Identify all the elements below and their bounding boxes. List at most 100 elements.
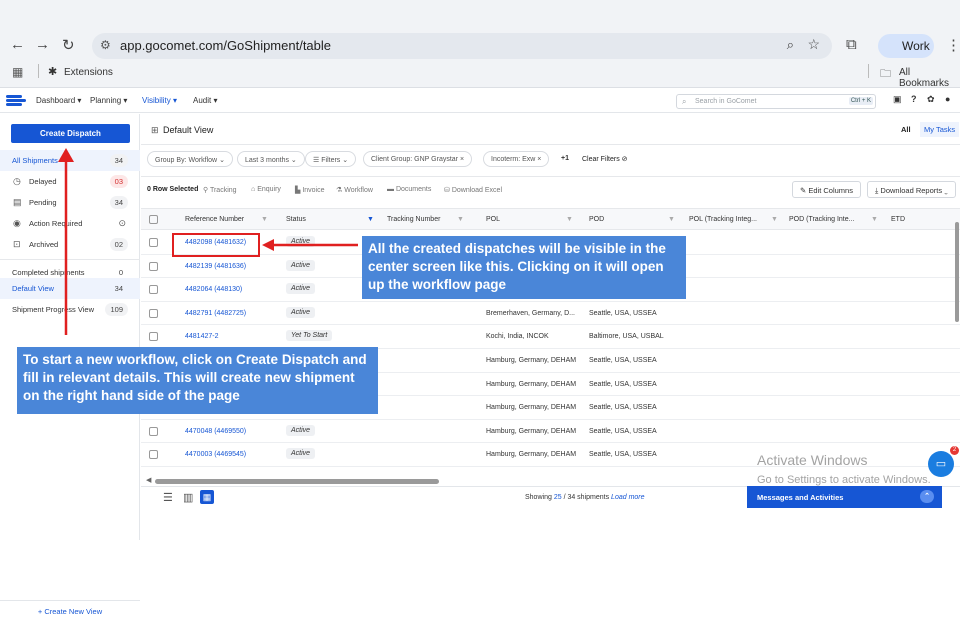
filter-icon: ▼ — [566, 216, 573, 223]
invoice-action[interactable]: ▙ Invoice — [295, 186, 325, 194]
col-pol[interactable]: POL — [486, 216, 500, 223]
grid-view-icon[interactable]: ▦ — [200, 490, 214, 504]
status-badge: Active — [286, 259, 316, 271]
menu-planning[interactable]: Planning ▾ — [90, 96, 127, 105]
table-row[interactable]: 4470048 (4469550) Active Hamburg, Germany,… — [141, 420, 960, 444]
gocomet-logo-icon[interactable] — [6, 94, 28, 107]
vertical-scrollbar[interactable] — [955, 222, 959, 322]
chevron-up-icon[interactable]: ⌃ — [920, 490, 934, 503]
profile-button[interactable]: Work — [878, 34, 934, 58]
table-header: Reference Number ▼ Status ▼ Tracking Num… — [141, 208, 960, 230]
download-reports-button[interactable]: ⤓ Download Reports ⌄ — [867, 181, 956, 198]
zoom-icon[interactable]: ⌕ — [787, 37, 794, 53]
search-placeholder: Search in GoComet — [695, 98, 757, 105]
sidebar-view-default[interactable]: Default View 34 — [0, 278, 140, 299]
reload-icon[interactable]: ↻ — [62, 36, 75, 54]
enquiry-action[interactable]: ⌂ Enquiry — [251, 186, 281, 193]
all-bookmarks-link[interactable]: All Bookmarks — [899, 67, 960, 89]
row-checkbox[interactable] — [149, 238, 158, 247]
filter-icon: ▼ — [261, 216, 268, 223]
clear-filters-link[interactable]: Clear Filters ⊘ — [582, 155, 628, 163]
col-pod-tracking[interactable]: POD (Tracking Inte... — [789, 216, 854, 223]
apps-grid-icon[interactable]: ▦ — [12, 65, 23, 79]
menu-audit[interactable]: Audit ▾ — [193, 96, 217, 105]
col-reference-number[interactable]: Reference Number — [185, 216, 244, 223]
download-excel-action[interactable]: ⛁ Download Excel — [444, 186, 502, 194]
col-etd[interactable]: ETD — [891, 216, 905, 223]
create-new-view-button[interactable]: + Create New View — [0, 600, 140, 622]
sidebar-item-pending[interactable]: ▤ Pending 34 — [0, 192, 140, 213]
date-range-dropdown[interactable]: Last 3 months ⌄ — [237, 151, 305, 167]
menu-visibility[interactable]: Visibility ▾ — [142, 96, 177, 105]
reference-number-link[interactable]: 4470003 (4469545) — [185, 451, 246, 458]
status-badge: Active — [286, 424, 316, 436]
forward-icon[interactable]: → — [35, 36, 50, 53]
group-by-dropdown[interactable]: Group By: Workflow ⌄ — [147, 151, 233, 167]
row-checkbox[interactable] — [149, 426, 158, 436]
filters-dropdown[interactable]: ☰ Filters ⌄ — [305, 151, 357, 167]
table-row[interactable]: 4482791 (4482725) Active Bremerhaven, Germ… — [141, 302, 960, 326]
create-dispatch-button[interactable]: Create Dispatch — [11, 124, 130, 143]
notification-badge: 2 — [950, 446, 959, 455]
row-checkbox[interactable] — [149, 332, 158, 342]
app-header: Dashboard ▾ Planning ▾ Visibility ▾ Audi… — [0, 89, 960, 113]
table-row[interactable]: 4481427-2 Yet To Start Kochi, India, INCOK… — [141, 325, 960, 349]
load-more-link[interactable]: Load more — [611, 494, 644, 501]
settings-gear-icon[interactable]: ✿ — [927, 94, 935, 105]
sidebar-item-archived[interactable]: ⊡ Archived 02 — [0, 234, 140, 255]
list-view-icon[interactable]: ☰ — [163, 491, 173, 504]
sidebar-item-action-required[interactable]: ◉ Action Required ⊙ — [0, 213, 140, 234]
reference-number-link[interactable]: 4481427-2 — [185, 333, 218, 340]
scroll-left-icon[interactable]: ◀ — [146, 476, 151, 484]
extensions-link[interactable]: Extensions — [64, 67, 113, 78]
menu-dashboard[interactable]: Dashboard ▾ — [36, 96, 81, 105]
tab-all[interactable]: All — [901, 125, 911, 134]
extensions-puzzle-icon[interactable]: ⧉ — [846, 36, 857, 53]
row-checkbox[interactable] — [149, 450, 158, 460]
pod-cell: Seattle, USA, USSEA — [589, 427, 657, 435]
status-badge: Yet To Start — [286, 330, 333, 342]
sidebar-item-all-shipments[interactable]: All Shipments 34 — [0, 150, 140, 171]
row-checkbox[interactable] — [149, 285, 158, 295]
star-icon[interactable]: ☆ — [807, 36, 820, 53]
col-pol-tracking[interactable]: POL (Tracking Integ... — [689, 216, 757, 223]
edit-columns-button[interactable]: ✎ Edit Columns — [792, 181, 861, 198]
address-bar[interactable]: ⚙ app.gocomet.com/GoShipment/table ⌕ ☆ — [92, 33, 832, 59]
reference-number-link[interactable]: 4482139 (4481636) — [185, 263, 246, 270]
more-filters-count[interactable]: +1 — [561, 155, 569, 162]
workflow-action[interactable]: ⚗ Workflow — [336, 186, 373, 194]
horizontal-scrollbar[interactable] — [155, 479, 439, 484]
menu-kebab-icon[interactable]: ⋮ — [946, 36, 960, 54]
user-icon[interactable]: ● — [945, 94, 950, 104]
chat-icon[interactable]: ▭ — [928, 451, 954, 477]
reference-number-link[interactable]: 4470048 (4469550) — [185, 428, 246, 435]
col-status[interactable]: Status — [286, 216, 306, 223]
sidebar-view-progress[interactable]: Shipment Progress View 109 — [0, 299, 140, 320]
pod-cell: Seattle, USA, USSEA — [589, 451, 657, 459]
help-icon[interactable]: ? — [911, 94, 917, 104]
reference-number-link[interactable]: 4482064 (448130) — [185, 286, 242, 293]
status-badge: Active — [286, 283, 316, 295]
global-search-input[interactable]: ⌕ Search in GoComet Ctrl + K — [676, 94, 876, 109]
incoterm-chip[interactable]: Incoterm: Exw × — [483, 151, 550, 167]
site-settings-icon[interactable]: ⚙ — [100, 38, 111, 52]
documents-action[interactable]: ▬ Documents — [387, 186, 431, 193]
col-tracking-number[interactable]: Tracking Number — [387, 216, 440, 223]
tab-my-tasks[interactable]: My Tasks — [920, 122, 960, 137]
highlight-box — [172, 233, 260, 257]
tracking-action[interactable]: ⚲ Tracking — [203, 186, 237, 194]
calendar-icon[interactable]: ▣ — [893, 94, 902, 105]
bookmarks-bar: ▦ ✱ Extensions 🗀 All Bookmarks — [0, 62, 960, 89]
column-view-icon[interactable]: ▥ — [183, 491, 193, 504]
pol-cell: Kochi, India, INCOK — [486, 333, 549, 341]
filter-icon: ▼ — [871, 216, 878, 223]
row-checkbox[interactable] — [149, 261, 158, 271]
col-pod[interactable]: POD — [589, 216, 604, 223]
client-group-chip[interactable]: Client Group: GNP Graystar × — [363, 151, 473, 167]
back-icon[interactable]: ← — [10, 36, 25, 53]
select-all-checkbox[interactable] — [149, 215, 158, 224]
reference-number-link[interactable]: 4482791 (4482725) — [185, 310, 246, 317]
row-checkbox[interactable] — [149, 308, 158, 318]
pol-cell: Hamburg, Germany, DEHAM — [486, 427, 577, 435]
sidebar-item-delayed[interactable]: ◷ Delayed 03 — [0, 171, 140, 192]
